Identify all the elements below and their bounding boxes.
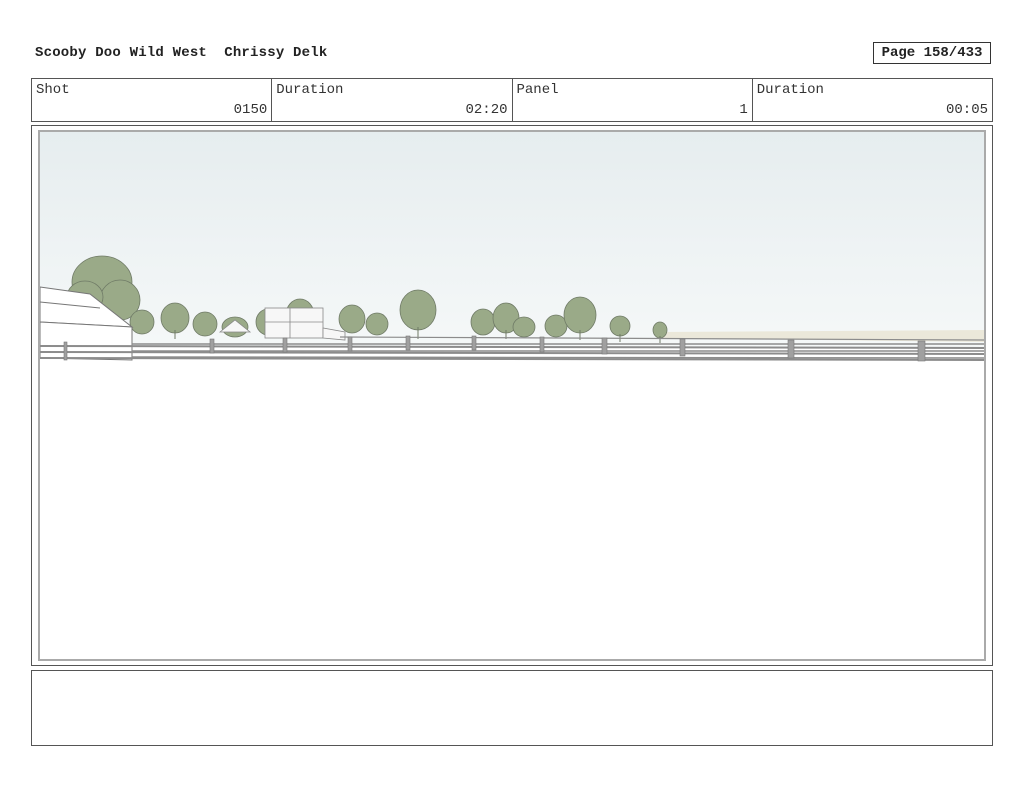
panel-value: 1 bbox=[739, 102, 748, 118]
shot-info-row: Shot 0150 Duration 02:20 Panel 1 Duratio… bbox=[31, 78, 993, 122]
panel-label: Panel bbox=[516, 82, 559, 98]
panel-duration-cell: Duration 00:05 bbox=[753, 79, 992, 121]
duration-label: Duration bbox=[276, 82, 344, 98]
duration-cell: Duration 02:20 bbox=[272, 79, 513, 121]
panel-drawing bbox=[40, 132, 984, 362]
panel-duration-value: 00:05 bbox=[945, 102, 988, 118]
board-title: Scooby Doo Wild West Chrissy Delk bbox=[35, 45, 328, 61]
shot-cell: Shot 0150 bbox=[32, 79, 273, 121]
page-number: Page 158/433 bbox=[873, 42, 991, 64]
notes-box bbox=[31, 670, 993, 746]
panel-cell: Panel 1 bbox=[513, 79, 753, 121]
duration-value: 02:20 bbox=[465, 102, 508, 118]
shot-label: Shot bbox=[36, 82, 70, 98]
panel-duration-label: Duration bbox=[756, 82, 824, 98]
storyboard-panel-frame bbox=[31, 125, 993, 666]
storyboard-panel bbox=[38, 130, 986, 661]
shot-value: 0150 bbox=[233, 102, 268, 118]
